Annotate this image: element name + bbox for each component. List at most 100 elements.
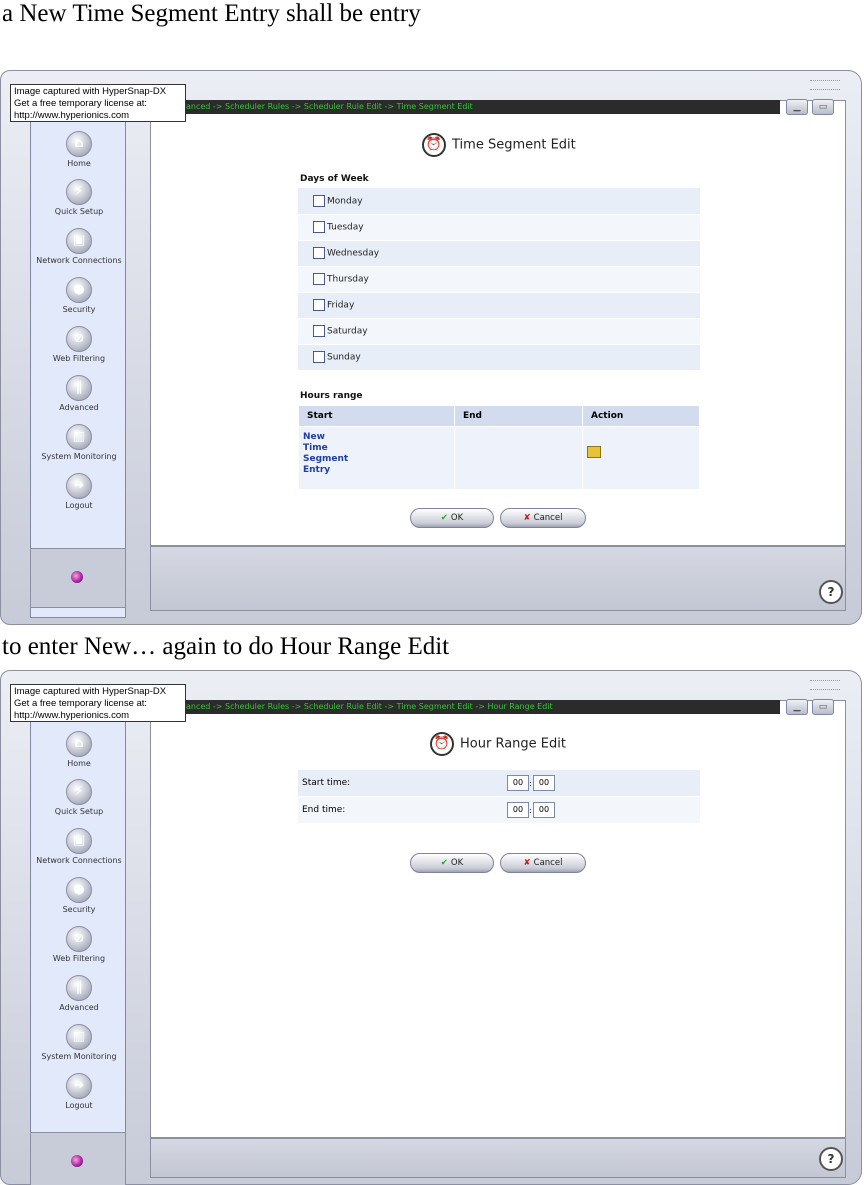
start-minute-input[interactable]: 00	[533, 775, 555, 791]
sidebar-item-quick-setup[interactable]: ⚡ Quick Setup	[31, 179, 127, 216]
minimize-button[interactable]: ▁	[786, 699, 808, 715]
sidebar-item-system-monitoring[interactable]: ▥ System Monitoring	[31, 424, 127, 461]
sidebar-item-network-connections[interactable]: ▣ Network Connections	[31, 828, 127, 865]
hours-range-table: Start End Action New Time Segment Entry	[298, 405, 700, 490]
watermark-line: Get a free temporary license at:	[14, 698, 148, 709]
day-row: Tuesday	[298, 214, 700, 240]
sidebar-item-label: System Monitoring	[41, 1052, 117, 1061]
window-grip[interactable]	[810, 80, 840, 90]
power-icon[interactable]	[71, 1155, 83, 1167]
help-icon[interactable]: ?	[819, 1147, 843, 1171]
monitor-icon: ▥	[66, 1024, 92, 1050]
link-text: Segment	[303, 454, 349, 464]
day-row: Saturday	[298, 318, 700, 344]
sidebar-item-logout[interactable]: ➜ Logout	[31, 1073, 127, 1110]
home-icon: ⌂	[66, 131, 92, 157]
window-grip[interactable]	[810, 680, 840, 690]
monitor-icon: ▥	[66, 424, 92, 450]
checkmark-icon: ✔	[440, 513, 448, 523]
new-entry-link[interactable]: New Time Segment Entry	[298, 426, 455, 490]
caption-top: a New Time Segment Entry shall be entry	[2, 0, 421, 27]
day-label: Tuesday	[327, 222, 364, 233]
sidebar-footer	[30, 548, 126, 608]
link-text: New	[303, 432, 325, 442]
day-label: Friday	[327, 300, 355, 311]
sidebar-item-system-monitoring[interactable]: ▥ System Monitoring	[31, 1024, 127, 1061]
ok-label: OK	[450, 858, 464, 868]
sidebar-item-advanced[interactable]: ∥ Advanced	[31, 375, 127, 412]
checkmark-icon: ✔	[440, 858, 448, 868]
filter-icon: ⊘	[66, 326, 92, 352]
network-icon: ▣	[66, 228, 92, 254]
start-time-label: Start time:	[298, 770, 503, 797]
ok-button[interactable]: ✔ OK	[410, 508, 494, 528]
minimize-button[interactable]: ▁	[786, 99, 808, 115]
hypersnap-watermark: Image captured with HyperSnap-DX Get a f…	[10, 84, 186, 122]
day-label: Sunday	[327, 352, 361, 363]
tuesday-checkbox[interactable]	[313, 221, 325, 233]
start-hour-input[interactable]: 00	[507, 775, 529, 791]
sidebar-item-label: Quick Setup	[54, 207, 104, 216]
monday-checkbox[interactable]	[313, 194, 325, 207]
sidebar-item-network-connections[interactable]: ▣ Network Connections	[31, 228, 127, 265]
sidebar-item-label: Network Connections	[36, 256, 122, 265]
sidebar-item-quick-setup[interactable]: ⚡ Quick Setup	[31, 779, 127, 816]
alarm-clock-icon: ⏰	[422, 133, 446, 157]
watermark-line: Image captured with HyperSnap-DX	[14, 86, 167, 97]
sidebar-item-web-filtering[interactable]: ⊘ Web Filtering	[31, 326, 127, 363]
saturday-checkbox[interactable]	[313, 325, 325, 337]
help-icon[interactable]: ?	[819, 580, 843, 604]
breadcrumb: anced -> Scheduler Rules -> Scheduler Ru…	[150, 100, 780, 114]
end-minute-input[interactable]: 00	[533, 802, 555, 818]
sidebar-item-label: Logout	[65, 1101, 93, 1110]
days-heading: Days of Week	[300, 174, 369, 184]
cancel-button[interactable]: ✘ Cancel	[500, 853, 586, 873]
power-icon[interactable]	[71, 571, 83, 583]
logout-icon: ➜	[66, 473, 92, 499]
lock-icon: ●	[66, 277, 92, 303]
start-time-row: Start time: 00:00	[298, 770, 700, 797]
hours-heading: Hours range	[300, 391, 363, 401]
end-time-row: End time: 00:00	[298, 796, 700, 824]
sidebar-item-advanced[interactable]: ∥ Advanced	[31, 975, 127, 1012]
screenshot-hour-range-edit: ⌂ Home ⚡ Quick Setup ▣ Network Connections …	[0, 670, 864, 1185]
ok-label: OK	[450, 513, 464, 523]
sidebar-item-home[interactable]: ⌂ Home	[31, 731, 127, 768]
filter-icon: ⊘	[66, 926, 92, 952]
sidebar: ⌂ Home ⚡ Quick Setup ▣ Network Connections …	[30, 90, 126, 618]
main-content	[150, 700, 846, 1138]
link-text: Time	[303, 443, 328, 453]
end-time-label: End time:	[298, 796, 503, 824]
advanced-icon: ∥	[66, 375, 92, 401]
thursday-checkbox[interactable]	[313, 273, 325, 285]
sidebar-item-web-filtering[interactable]: ⊘ Web Filtering	[31, 926, 127, 963]
breadcrumb: anced -> Scheduler Rules -> Scheduler Ru…	[150, 700, 780, 714]
day-row: Wednesday	[298, 240, 700, 266]
lightning-icon: ⚡	[66, 779, 92, 805]
watermark-line: http://www.hyperionics.com	[14, 110, 130, 121]
page-title: ⏰ Time Segment Edit	[422, 133, 576, 157]
end-hour-input[interactable]: 00	[507, 802, 529, 818]
home-icon: ⌂	[66, 731, 92, 757]
sidebar-item-security[interactable]: ● Security	[31, 877, 127, 914]
maximize-button[interactable]: ▭	[812, 699, 834, 715]
x-icon: ✘	[523, 858, 531, 868]
sidebar-item-label: Advanced	[59, 403, 99, 412]
new-entry-icon[interactable]	[587, 446, 601, 458]
column-header-start: Start	[298, 405, 455, 427]
cancel-button[interactable]: ✘ Cancel	[500, 508, 586, 528]
maximize-button[interactable]: ▭	[812, 99, 834, 115]
sunday-checkbox[interactable]	[313, 351, 325, 363]
sidebar-item-label: Logout	[65, 501, 93, 510]
wednesday-checkbox[interactable]	[313, 247, 325, 259]
cancel-label: Cancel	[533, 858, 563, 868]
friday-checkbox[interactable]	[313, 299, 325, 311]
ok-button[interactable]: ✔ OK	[410, 853, 494, 873]
sidebar-item-home[interactable]: ⌂ Home	[31, 131, 127, 168]
sidebar-item-logout[interactable]: ➜ Logout	[31, 473, 127, 510]
sidebar-item-security[interactable]: ● Security	[31, 277, 127, 314]
column-header-action: Action	[582, 405, 700, 427]
day-row: Sunday	[298, 344, 700, 370]
sidebar: ⌂ Home ⚡ Quick Setup ▣ Network Connections …	[30, 690, 126, 1178]
watermark-line: Image captured with HyperSnap-DX	[14, 686, 167, 697]
